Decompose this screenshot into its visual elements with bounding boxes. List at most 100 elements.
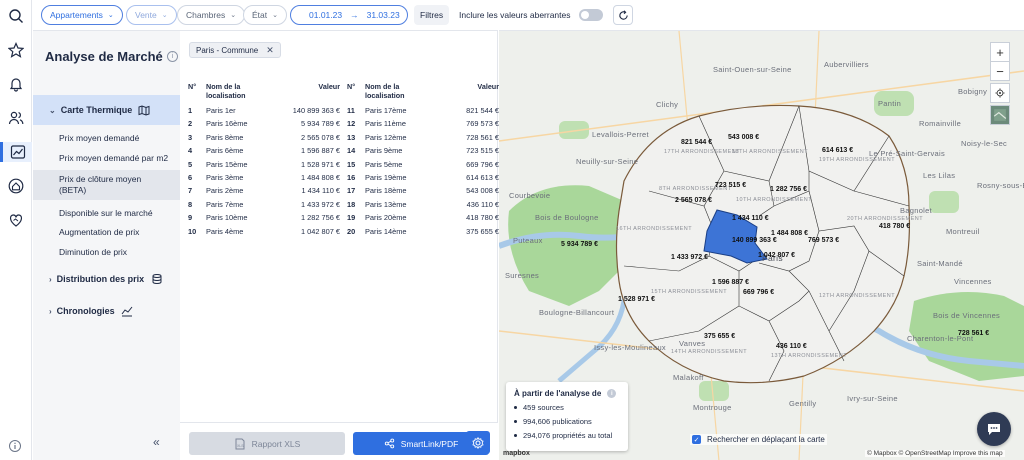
- row-rank: 17: [347, 186, 356, 196]
- section-timelines-label: Chronologies: [56, 306, 115, 316]
- bell-icon[interactable]: [6, 74, 26, 94]
- row-value: 1 528 971 €: [300, 159, 340, 169]
- star-icon[interactable]: [6, 40, 26, 60]
- row-rank: 8: [188, 199, 193, 209]
- row-value: 140 899 363 €: [292, 106, 340, 115]
- section-price-distribution[interactable]: › Distribution des prix: [33, 264, 180, 294]
- table-row: 19 Paris 20ème 418 780 €: [347, 211, 499, 224]
- satellite-toggle[interactable]: [990, 105, 1010, 125]
- price-label-5: 669 796 €: [743, 289, 775, 296]
- place-label: Gentilly: [789, 399, 817, 408]
- section-timelines[interactable]: › Chronologies: [33, 296, 180, 326]
- export-xls-button[interactable]: XLS Rapport XLS: [189, 432, 345, 455]
- mapbox-logo[interactable]: mapbox: [503, 450, 530, 457]
- table-row: 18 Paris 13ème 436 110 €: [347, 198, 499, 211]
- condition-select[interactable]: État ⌄: [243, 5, 287, 25]
- row-value: 723 515 €: [466, 146, 499, 156]
- info-icon[interactable]: [8, 439, 22, 453]
- arrondissement-label: 16TH ARRONDISSEMENT: [616, 226, 693, 232]
- place-label: Saint-Mandé: [917, 259, 963, 268]
- analysis-info-box: À partir de l'analyse de i 459 sources 99…: [506, 382, 628, 451]
- row-location: Paris 14ème: [365, 226, 407, 236]
- row-location: Paris 2ème: [206, 186, 244, 196]
- place-label: Montreuil: [946, 227, 980, 236]
- collapse-sidebar-button[interactable]: «: [153, 435, 160, 449]
- search-while-moving-label: Rechercher en déplaçant la carte: [707, 435, 825, 444]
- gear-icon: [472, 436, 484, 449]
- table-row: 17 Paris 18ème 543 008 €: [347, 184, 499, 197]
- arrondissement-label: 14TH ARRONDISSEMENT: [671, 349, 748, 355]
- page-title: Analyse de Marché: [45, 49, 163, 64]
- close-icon[interactable]: ✕: [266, 45, 274, 56]
- date-range-picker[interactable]: 01.01.23 → 31.03.23: [290, 5, 408, 25]
- price-label-15: 1 528 971 €: [618, 296, 655, 303]
- sub-avg-asking-price[interactable]: Prix moyen demandé: [33, 131, 180, 145]
- table-row: 3 Paris 8ème 2 565 078 €: [188, 131, 340, 144]
- place-label: Neuilly-sur-Seine: [576, 157, 639, 166]
- sub-price-decrease[interactable]: Diminution de prix: [33, 245, 180, 259]
- zoom-out-button[interactable]: −: [990, 61, 1010, 81]
- row-rank: 20: [347, 226, 356, 236]
- users-icon[interactable]: [6, 108, 26, 128]
- place-label: Vanves: [679, 339, 706, 348]
- table-row: 13 Paris 12ème 728 561 €: [347, 131, 499, 144]
- zoom-in-button[interactable]: +: [990, 42, 1010, 62]
- chat-button[interactable]: [977, 412, 1011, 446]
- price-label-17: 821 544 €: [681, 139, 713, 146]
- row-rank: 6: [188, 172, 193, 182]
- info-line-sources: 459 sources: [514, 403, 620, 412]
- settings-button[interactable]: [466, 431, 490, 454]
- row-value: 418 780 €: [466, 213, 499, 223]
- arrondissement-label: 19TH ARRONDISSEMENT: [819, 157, 896, 163]
- table-row: 12 Paris 11ème 769 573 €: [347, 117, 499, 130]
- locate-button[interactable]: [990, 83, 1010, 103]
- header-value: Valeur: [477, 82, 499, 91]
- chart-line-icon[interactable]: [0, 142, 32, 162]
- info-icon[interactable]: i: [607, 389, 617, 398]
- row-location: Paris 7ème: [206, 199, 244, 209]
- place-label: Levallois-Perret: [592, 130, 649, 139]
- row-location: Paris 1er: [206, 106, 236, 115]
- outliers-toggle[interactable]: [579, 9, 603, 21]
- filters-button[interactable]: Filtres: [414, 5, 450, 25]
- place-label: Bois de Boulogne: [535, 213, 599, 222]
- outliers-label: Inclure les valeurs aberrantes: [459, 10, 571, 20]
- search-icon[interactable]: [6, 6, 26, 26]
- price-label-9: 723 515 €: [715, 182, 747, 189]
- row-location: Paris 9ème: [365, 146, 403, 156]
- handshake-heart-icon[interactable]: [6, 210, 26, 230]
- sub-avg-asking-price-m2[interactable]: Prix moyen demandé par m2: [33, 151, 180, 165]
- filter-bar: Appartements ⌄ Vente ⌄ Chambres ⌄ État ⌄ 01.…: [33, 0, 1024, 30]
- place-label: Les Lilas: [923, 171, 956, 180]
- row-value: 1 042 807 €: [300, 226, 340, 236]
- row-location: Paris 4ème: [206, 226, 244, 236]
- row-value: 1 433 972 €: [300, 199, 340, 209]
- arrondissement-label: 17TH ARRONDISSEMENT: [664, 149, 741, 155]
- checkbox-checked-icon[interactable]: ✓: [692, 435, 701, 444]
- heatmap-map[interactable]: Saint-Ouen-sur-Seine Aubervilliers Panti…: [499, 30, 1024, 460]
- table-row: 15 Paris 5ème 669 796 €: [347, 158, 499, 171]
- ranking-table-left: N° Nom de la localisation Valeur 1 Paris 1…: [188, 82, 340, 238]
- table-row: 8 Paris 7ème 1 433 972 €: [188, 198, 340, 211]
- section-heatmap[interactable]: ⌄ Carte Thermique: [33, 95, 180, 125]
- info-icon[interactable]: i: [167, 51, 178, 62]
- property-type-select[interactable]: Appartements ⌄: [41, 5, 123, 25]
- sub-avg-closing-price[interactable]: Prix de clôture moyen (BETA): [33, 170, 180, 200]
- place-label: Puteaux: [513, 236, 543, 245]
- row-rank: 16: [347, 172, 356, 182]
- rooms-select[interactable]: Chambres ⌄: [177, 5, 246, 25]
- sub-price-increase[interactable]: Augmentation de prix: [33, 225, 180, 239]
- home-euro-icon[interactable]: [6, 176, 26, 196]
- search-while-moving[interactable]: ✓ Rechercher en déplaçant la carte: [690, 434, 827, 445]
- row-value: 436 110 €: [466, 199, 499, 209]
- map-attribution[interactable]: © Mapbox © OpenStreetMap Improve this ma…: [865, 450, 1005, 457]
- sub-available-market[interactable]: Disponible sur le marché: [33, 206, 180, 220]
- share-icon: [384, 438, 394, 449]
- refresh-button[interactable]: [613, 5, 633, 25]
- row-location: Paris 17ème: [365, 106, 407, 115]
- row-rank: 2: [188, 119, 193, 129]
- arrondissement-label: 13TH ARRONDISSEMENT: [771, 353, 848, 359]
- place-label: Boulogne-Billancourt: [539, 308, 615, 317]
- transaction-type-select[interactable]: Vente ⌄: [126, 5, 177, 25]
- table-header: N° Nom de la localisation Valeur: [188, 82, 340, 104]
